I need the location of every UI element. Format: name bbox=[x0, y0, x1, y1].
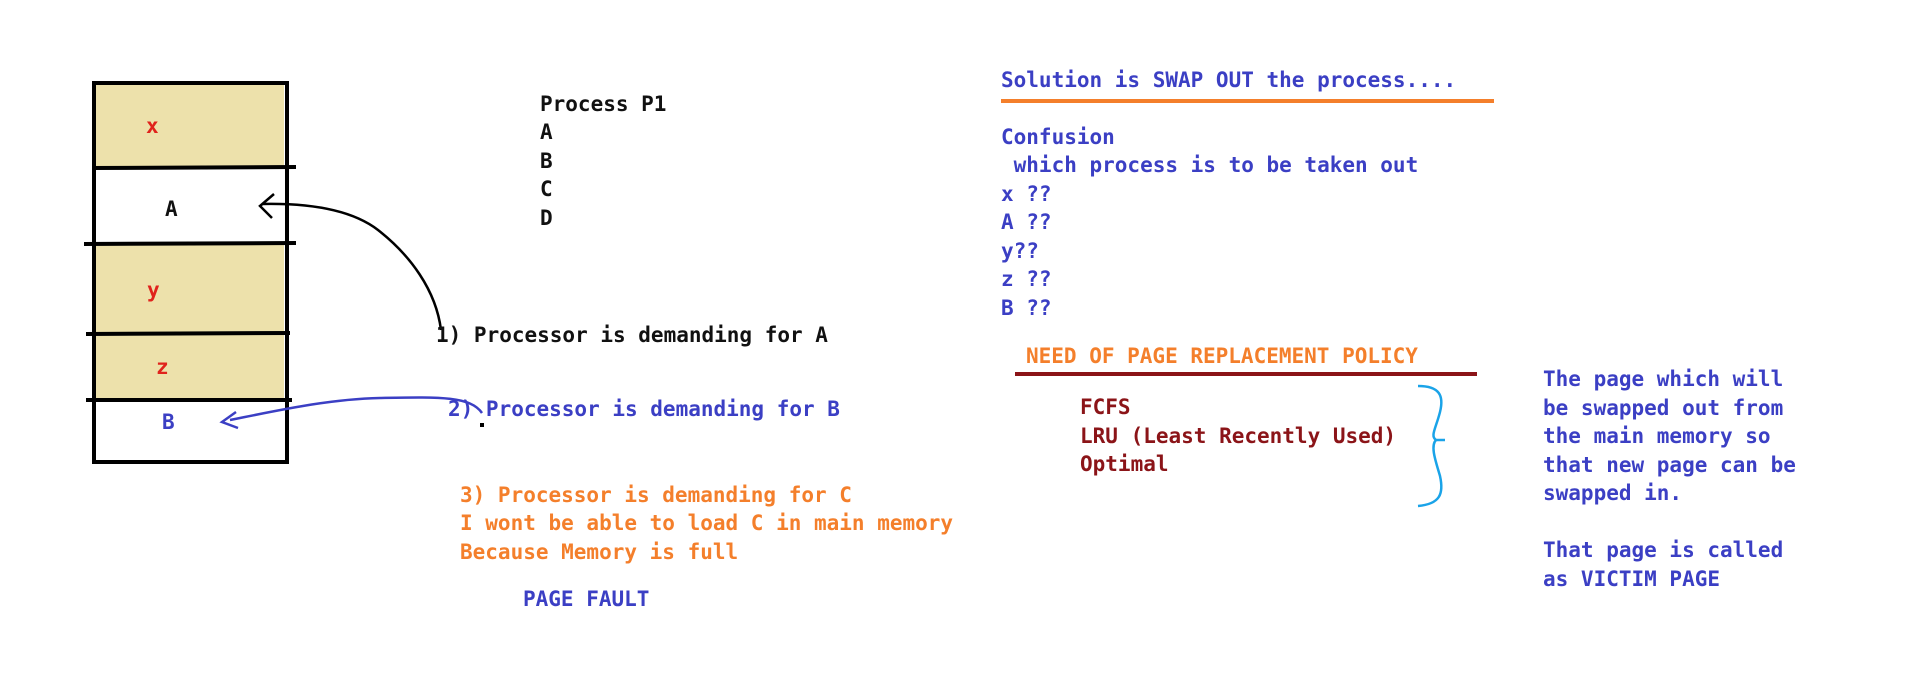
victim-line: be swapped out from bbox=[1543, 396, 1784, 420]
process-page: C bbox=[540, 177, 553, 201]
confusion-line: which process is to be taken out bbox=[1001, 153, 1419, 177]
step-3-line: 3) Processor is demanding for C bbox=[460, 483, 852, 507]
frame-divider bbox=[91, 165, 297, 170]
arrow-step1-head bbox=[258, 193, 275, 219]
frame-divider bbox=[83, 241, 297, 246]
policy-brace bbox=[1417, 384, 1443, 508]
policy-item: FCFS bbox=[1080, 395, 1131, 419]
diagram-lines bbox=[83, 81, 1494, 508]
step-3-line: I wont be able to load C in main memory bbox=[460, 511, 954, 535]
process-page: B bbox=[540, 149, 553, 173]
confusion-line: z ?? bbox=[1001, 267, 1052, 291]
victim-line: That page is called bbox=[1543, 538, 1784, 562]
policy-heading: NEED OF PAGE REPLACEMENT POLICY bbox=[1026, 344, 1418, 368]
page-fault-label: PAGE FAULT bbox=[523, 587, 650, 611]
memory-outline bbox=[92, 81, 289, 464]
policy-item: LRU (Least Recently Used) bbox=[1080, 424, 1397, 448]
confusion-line: y?? bbox=[1001, 239, 1039, 263]
step-2: 2) Processor is demanding for B bbox=[448, 397, 840, 421]
confusion-line: Confusion bbox=[1001, 125, 1115, 149]
frame-label: B bbox=[162, 410, 175, 434]
step-3-line: Because Memory is full bbox=[460, 540, 739, 564]
frame-label: A bbox=[165, 197, 178, 221]
frame-divider bbox=[85, 331, 291, 336]
confusion-line: B ?? bbox=[1001, 296, 1052, 320]
confusion-line: A ?? bbox=[1001, 210, 1052, 234]
dot-mark bbox=[480, 423, 484, 427]
victim-line: that new page can be bbox=[1543, 453, 1796, 477]
step-1: 1) Processor is demanding for A bbox=[436, 323, 828, 347]
frame-label: z bbox=[156, 355, 169, 379]
frame-label: x bbox=[146, 114, 159, 138]
victim-line: the main memory so bbox=[1543, 424, 1771, 448]
victim-line: swapped in. bbox=[1543, 481, 1683, 505]
solution-heading: Solution is SWAP OUT the process.... bbox=[1001, 68, 1457, 92]
policy-item: Optimal bbox=[1080, 452, 1169, 476]
frame-label: y bbox=[147, 278, 160, 302]
victim-line: The page which will bbox=[1543, 367, 1784, 391]
process-page: A bbox=[540, 120, 553, 144]
process-page: D bbox=[540, 206, 553, 230]
confusion-line: x ?? bbox=[1001, 182, 1052, 206]
victim-line: as VICTIM PAGE bbox=[1543, 567, 1721, 591]
process-title: Process P1 bbox=[540, 92, 667, 116]
